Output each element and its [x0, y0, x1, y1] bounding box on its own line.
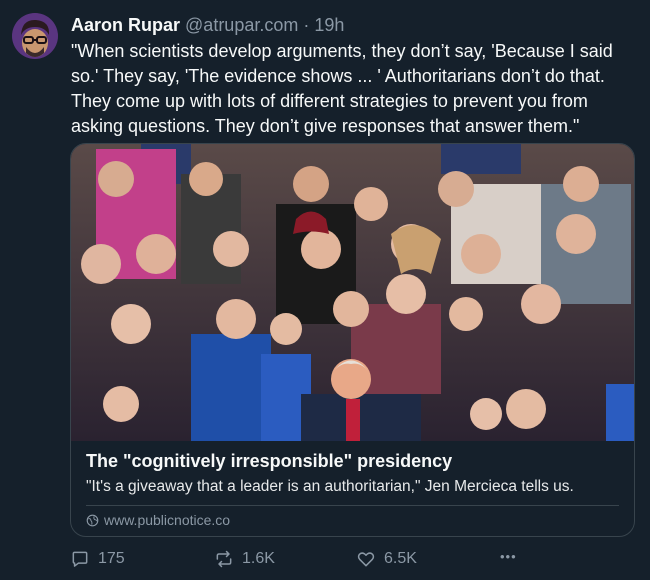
photo-crowd-image — [71, 144, 634, 441]
tweet-text: "When scientists develop arguments, they… — [71, 41, 613, 136]
globe-icon — [86, 514, 99, 526]
like-icon — [357, 552, 375, 567]
more-icon: ••• — [500, 549, 517, 564]
header-separator: · — [303, 15, 310, 35]
link-card-domain[interactable]: www.publicnotice.co — [86, 512, 230, 528]
tweet-header: Aaron Rupar @atrupar.com · 19h — [71, 13, 344, 37]
link-card-domain-text: www.publicnotice.co — [104, 512, 231, 528]
repost-icon — [216, 550, 232, 568]
timestamp[interactable]: 19h — [314, 15, 344, 35]
repost-button[interactable]: 1.6K — [214, 549, 275, 569]
avatar-image — [12, 13, 58, 59]
more-button[interactable]: ••• — [500, 549, 517, 564]
reply-icon — [72, 551, 88, 567]
reply-button[interactable]: 175 — [70, 549, 125, 569]
author-handle[interactable]: @atrupar.com — [185, 15, 298, 35]
link-card-title[interactable]: The "cognitively irresponsible" presiden… — [86, 451, 452, 472]
like-count: 6.5K — [384, 550, 417, 567]
repost-count: 1.6K — [242, 550, 275, 567]
link-card-divider — [86, 505, 619, 506]
author-name[interactable]: Aaron Rupar — [71, 15, 180, 35]
link-card[interactable]: The "cognitively irresponsible" presiden… — [70, 143, 635, 537]
link-card-description: "It's a giveaway that a leader is an aut… — [86, 478, 574, 495]
avatar[interactable] — [12, 13, 58, 59]
reply-count: 175 — [98, 550, 125, 567]
link-card-image[interactable] — [71, 144, 634, 441]
like-button[interactable]: 6.5K — [356, 549, 417, 569]
